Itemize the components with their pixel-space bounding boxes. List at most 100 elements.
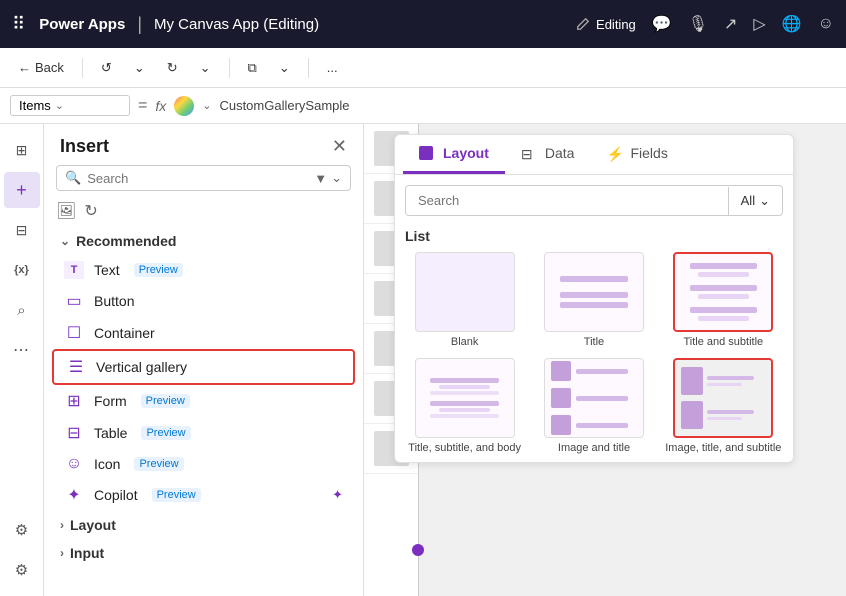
it-row-3 xyxy=(551,415,637,435)
insert-item-icon[interactable]: ☺ Icon Preview xyxy=(52,449,355,479)
panel-refresh-action[interactable]: ↻ xyxy=(84,201,97,221)
variable-icon: {x} xyxy=(14,264,29,276)
gallery-item-image-title[interactable]: Image and title xyxy=(534,358,653,454)
mic-icon[interactable]: 🎙 xyxy=(688,14,708,34)
filter-dropdown-button[interactable]: ⌄ xyxy=(331,170,342,186)
insert-item-button[interactable]: ▭ Button xyxy=(52,285,355,317)
tab-data-label: Data xyxy=(545,145,575,161)
tab-layout-label: Layout xyxy=(443,145,489,161)
more-dots-icon: ⋯ xyxy=(13,340,30,360)
insert-item-form[interactable]: ⊞ Form Preview xyxy=(52,385,355,417)
globe-icon[interactable]: 🌐 xyxy=(782,14,802,34)
insert-item-container[interactable]: ☐ Container xyxy=(52,317,355,349)
section-recommended-label: Recommended xyxy=(76,233,176,249)
chevron-layout-icon: › xyxy=(60,518,64,532)
filter-button[interactable]: ▼ xyxy=(314,170,327,186)
gallery-thumb-title[interactable] xyxy=(544,252,644,332)
sidebar-item-search[interactable]: ⌕ xyxy=(4,292,40,328)
copilot-label: Copilot xyxy=(94,487,138,503)
gallery-item-title-sub[interactable]: Title and subtitle xyxy=(664,252,783,348)
user-icon[interactable]: ☺ xyxy=(818,15,834,33)
its-row-2 xyxy=(681,401,765,429)
insert-search-input[interactable] xyxy=(87,171,308,186)
layout-search-input[interactable] xyxy=(406,186,728,215)
chevron-down-3-icon: ⌄ xyxy=(279,60,290,76)
its-text-1 xyxy=(707,376,765,386)
gallery-thumb-image-title-sub[interactable] xyxy=(673,358,773,438)
gallery-item-title-sub-body[interactable]: Title, subtitle, and body xyxy=(405,358,524,454)
sidebar-item-more[interactable]: ⋯ xyxy=(4,332,40,368)
it-line-1 xyxy=(576,369,628,374)
gallery-item-title[interactable]: Title xyxy=(534,252,653,348)
layout-tab-icon xyxy=(419,146,433,160)
it-img-2 xyxy=(551,388,571,408)
sidebar-item-insert[interactable]: + xyxy=(4,172,40,208)
back-button[interactable]: ← Back xyxy=(10,56,72,79)
gallery-icon: ☰ xyxy=(66,357,86,377)
section-layout-label: Layout xyxy=(70,517,116,533)
its-sub-2 xyxy=(707,417,742,420)
insert-item-table[interactable]: ⊟ Table Preview xyxy=(52,417,355,449)
its-img-2 xyxy=(681,401,703,429)
waffle-icon[interactable]: ⠿ xyxy=(12,14,25,35)
gallery-thumb-title-sub-body[interactable] xyxy=(415,358,515,438)
it-row-1 xyxy=(551,361,637,381)
gallery-thumb-title-sub[interactable] xyxy=(673,252,773,332)
undo-button[interactable]: ↺ xyxy=(93,56,120,80)
copilot-extra-icon: ✦ xyxy=(332,487,343,503)
sidebar-item-settings[interactable]: ⚙ xyxy=(4,512,40,548)
formula-input[interactable]: CustomGallerySample xyxy=(219,98,836,113)
formula-color-icon[interactable] xyxy=(174,96,194,116)
tab-fields-label: Fields xyxy=(630,145,667,161)
gallery-item-blank[interactable]: Blank xyxy=(405,252,524,348)
layout-search-all-dropdown[interactable]: All ⌄ xyxy=(728,187,782,215)
search-icon: ⌕ xyxy=(17,302,25,319)
insert-item-text[interactable]: T Text Preview xyxy=(52,255,355,285)
sidebar-item-gear[interactable]: ⚙ xyxy=(4,552,40,588)
gallery-label-blank: Blank xyxy=(451,336,479,348)
gallery-thumb-blank[interactable] xyxy=(415,252,515,332)
fx-label: fx xyxy=(155,98,166,114)
comment-icon[interactable]: 💬 xyxy=(652,14,672,34)
redo-button[interactable]: ↻ xyxy=(159,56,186,80)
sidebar-item-variable[interactable]: {x} xyxy=(4,252,40,288)
section-recommended[interactable]: ⌄ Recommended xyxy=(52,227,355,255)
redo-icon: ↻ xyxy=(167,60,178,76)
gallery-thumb-image-title[interactable] xyxy=(544,358,644,438)
section-input[interactable]: › Input xyxy=(52,539,355,567)
insert-item-vertical-gallery[interactable]: ☰ Vertical gallery xyxy=(52,349,355,385)
tab-layout[interactable]: Layout xyxy=(403,135,505,174)
play-icon[interactable]: ▷ xyxy=(753,14,765,34)
gallery-item-image-title-sub[interactable]: Image, title, and subtitle xyxy=(664,358,783,454)
title-sub-line-5 xyxy=(690,307,757,313)
sidebar-item-layers[interactable]: ⊞ xyxy=(4,132,40,168)
undo-dropdown-button[interactable]: ⌄ xyxy=(126,56,153,80)
more-button[interactable]: ... xyxy=(319,56,346,79)
title-sub-line-1 xyxy=(690,263,757,269)
section-input-label: Input xyxy=(70,545,104,561)
form-label: Form xyxy=(94,393,127,409)
insert-list: ⌄ Recommended T Text Preview ▭ Button ☐ … xyxy=(44,227,363,596)
tab-data[interactable]: ⊟ Data xyxy=(505,135,591,174)
search-filter: ▼ ⌄ xyxy=(314,170,342,186)
panel-close-button[interactable]: ✕ xyxy=(332,136,347,157)
icon-preview-badge: Preview xyxy=(134,457,183,471)
formula-property-selector[interactable]: Items ⌄ xyxy=(10,95,130,116)
equals-sign: = xyxy=(138,97,147,115)
redo-dropdown-button[interactable]: ⌄ xyxy=(192,56,219,80)
copy-button[interactable]: ⧉ xyxy=(240,56,265,80)
icon-bar: ⊞ + ⊟ {x} ⌕ ⋯ ⚙ ⚙ xyxy=(0,124,44,596)
tab-fields[interactable]: ⚡ Fields xyxy=(590,135,683,174)
section-layout[interactable]: › Layout xyxy=(52,511,355,539)
its-row-1 xyxy=(681,367,765,395)
copy-icon: ⧉ xyxy=(248,60,257,76)
share-icon[interactable]: ↗ xyxy=(724,14,737,34)
copy-dropdown-button[interactable]: ⌄ xyxy=(271,56,298,80)
gallery-label-image-title: Image and title xyxy=(558,442,630,454)
formula-dropdown-icon: ⌄ xyxy=(55,99,64,112)
insert-item-copilot[interactable]: ✦ Copilot Preview ✦ xyxy=(52,479,355,511)
sidebar-item-grid[interactable]: ⊟ xyxy=(4,212,40,248)
undo-icon: ↺ xyxy=(101,60,112,76)
panel-image-action[interactable]: 🖼 xyxy=(56,201,76,221)
it-img-1 xyxy=(551,361,571,381)
